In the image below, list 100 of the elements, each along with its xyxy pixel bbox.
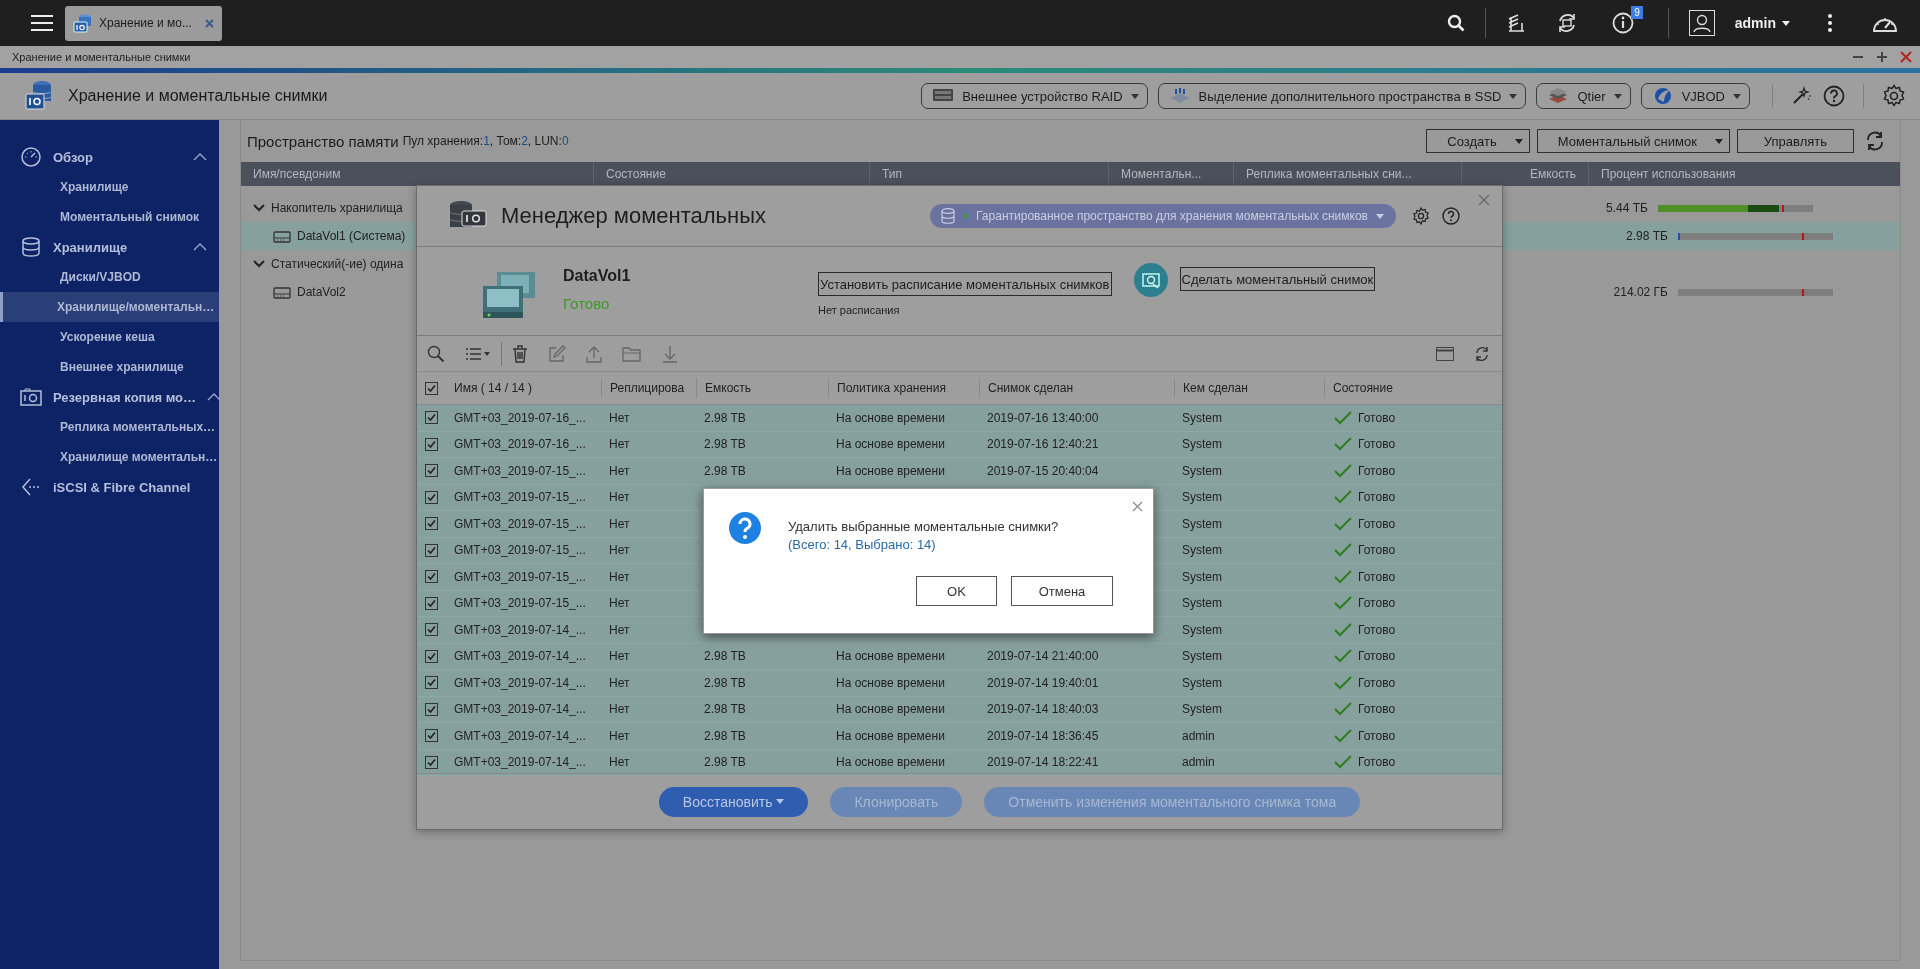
sidebar-item[interactable]: Реплика моментальных… [0, 412, 219, 442]
user-menu[interactable]: admin [1734, 15, 1790, 31]
column-header[interactable]: Кем сделан [1174, 378, 1324, 398]
checkbox[interactable] [425, 490, 438, 504]
sidebar-item[interactable]: Внешнее хранилище [0, 352, 219, 382]
status-text: Готово [1358, 490, 1396, 505]
table-cell-text: Нет [608, 675, 631, 690]
action-button[interactable]: Управлять [1736, 129, 1854, 153]
column-header[interactable]: Имя/псевдоним [241, 162, 593, 186]
chevron-icon[interactable] [253, 260, 265, 268]
snapshot-button[interactable]: Сделать моментальный снимок [1179, 267, 1376, 291]
sidebar-item[interactable]: Хранилище [0, 172, 219, 202]
table-cell-text: На основе времени [835, 755, 946, 770]
action-button[interactable]: Создать [1426, 129, 1530, 153]
footer-button[interactable]: Восстановить [658, 786, 809, 817]
column-header[interactable]: Снимок сделан [979, 378, 1174, 398]
checkbox[interactable] [425, 381, 438, 395]
checkbox[interactable] [425, 676, 438, 690]
check-icon [1334, 755, 1352, 770]
wand-icon[interactable] [1791, 86, 1811, 106]
settings-icon[interactable] [1412, 207, 1430, 225]
chevron-icon[interactable] [193, 153, 207, 161]
close-icon[interactable] [1132, 501, 1143, 512]
chevron-icon[interactable] [253, 204, 265, 212]
caret-icon [1376, 213, 1384, 219]
check-icon [1334, 675, 1352, 690]
schedule-button[interactable]: Установить расписание моментальных снимков [818, 272, 1112, 296]
sidebar-item[interactable]: Моментальный снимок [0, 202, 219, 232]
storage-app-icon [25, 80, 53, 112]
table-cell-text: На основе времени [835, 463, 946, 478]
sidebar-item[interactable]: Диски/VJBOD [0, 262, 219, 292]
column-header[interactable]: Реплицирова [601, 378, 696, 398]
help-icon[interactable] [1442, 207, 1460, 225]
dialog-button[interactable]: OK [916, 576, 997, 606]
checkbox[interactable] [425, 596, 438, 610]
close-icon[interactable] [1900, 51, 1912, 63]
sidebar-group[interactable]: iSCSI & Fibre Channel [53, 479, 207, 495]
checkbox[interactable] [425, 623, 438, 637]
pool-name[interactable]: Статический(-ие) одина [271, 257, 404, 271]
volume-name: DataVol2 [297, 285, 346, 299]
user-icon[interactable] [1688, 10, 1715, 36]
table-cell-text: 2.98 TB [703, 755, 747, 770]
action-button[interactable]: Моментальный снимок [1536, 129, 1730, 153]
column-header[interactable]: Емкость [696, 378, 828, 398]
settings-icon[interactable] [1882, 84, 1906, 108]
checkbox[interactable] [425, 702, 438, 716]
chevron-icon[interactable] [193, 243, 207, 251]
chevron-icon[interactable] [207, 393, 221, 401]
column-header[interactable]: Имя ( 14 / 14 ) [446, 378, 601, 398]
sidebar-item[interactable]: Ускорение кеша [0, 322, 219, 352]
maximize-icon[interactable] [1876, 51, 1888, 63]
checkbox[interactable] [425, 543, 438, 557]
caret-icon [1613, 93, 1622, 99]
sidebar-group[interactable]: Резервная копия мо… [53, 389, 196, 405]
checkbox[interactable] [425, 729, 438, 743]
sidebar-item[interactable]: Хранилище моментальн… [0, 442, 219, 472]
more-icon[interactable] [1828, 14, 1832, 32]
column-header[interactable]: Политика хранения [828, 378, 979, 398]
caret-icon [1782, 20, 1790, 26]
table-cell-text: GMT+03_2019-07-14_... [453, 702, 587, 717]
status-text: Готово [1358, 516, 1396, 531]
camera-icon[interactable] [1133, 263, 1168, 297]
check-icon [1334, 490, 1352, 505]
checkbox[interactable] [425, 517, 438, 531]
column-header[interactable]: Процент использования [1588, 162, 1900, 186]
list-menu-icon[interactable] [465, 346, 491, 361]
sidebar-item[interactable]: Хранилище/моментальн… [0, 292, 219, 322]
table-cell-text: На основе времени [835, 649, 946, 664]
checkbox[interactable] [425, 755, 438, 769]
table-cell-text: 2.98 TB [703, 437, 747, 452]
refresh-icon[interactable] [1474, 345, 1490, 362]
info-icon[interactable] [1611, 12, 1634, 34]
checkbox[interactable] [425, 570, 438, 584]
trash-icon[interactable] [512, 344, 528, 363]
checkbox[interactable] [425, 649, 438, 663]
pool-name[interactable]: Накопитель хранилища [271, 201, 403, 215]
app-tab[interactable]: Хранение и мо... [65, 5, 222, 41]
toolbar-dropdown[interactable]: Qtier [1536, 83, 1631, 109]
table-cell-text: 2019-07-14 19:40:01 [986, 675, 1100, 690]
caret-icon [1514, 138, 1523, 144]
dialog-button[interactable]: Отмена [1011, 576, 1113, 606]
status-text: Готово [1358, 622, 1396, 637]
sidebar-group[interactable]: Хранилище [53, 239, 182, 255]
sidebar-group[interactable]: Обзор [53, 149, 182, 165]
checkbox[interactable] [425, 464, 438, 478]
menu-icon[interactable] [31, 14, 53, 32]
toolbar-dropdown[interactable]: Внешнее устройство RAID [921, 83, 1148, 109]
toolbar-dropdown[interactable]: Выделение дополнительного пространства в SSD [1157, 83, 1527, 109]
help-icon[interactable] [1823, 85, 1845, 107]
table-cell-text: System [1181, 569, 1223, 584]
refresh-icon[interactable] [1864, 130, 1886, 152]
window-icon[interactable] [1436, 346, 1454, 361]
checkbox[interactable] [425, 437, 438, 451]
search-icon[interactable] [1446, 14, 1465, 32]
column-header[interactable]: Состояние [1324, 378, 1502, 398]
toolbar-dropdown[interactable]: VJBOD [1640, 83, 1750, 109]
caret-icon [1714, 138, 1723, 144]
capacity-value: 5.44 ТБ [1605, 201, 1649, 215]
check-icon [1334, 437, 1352, 452]
checkbox[interactable] [425, 411, 438, 425]
